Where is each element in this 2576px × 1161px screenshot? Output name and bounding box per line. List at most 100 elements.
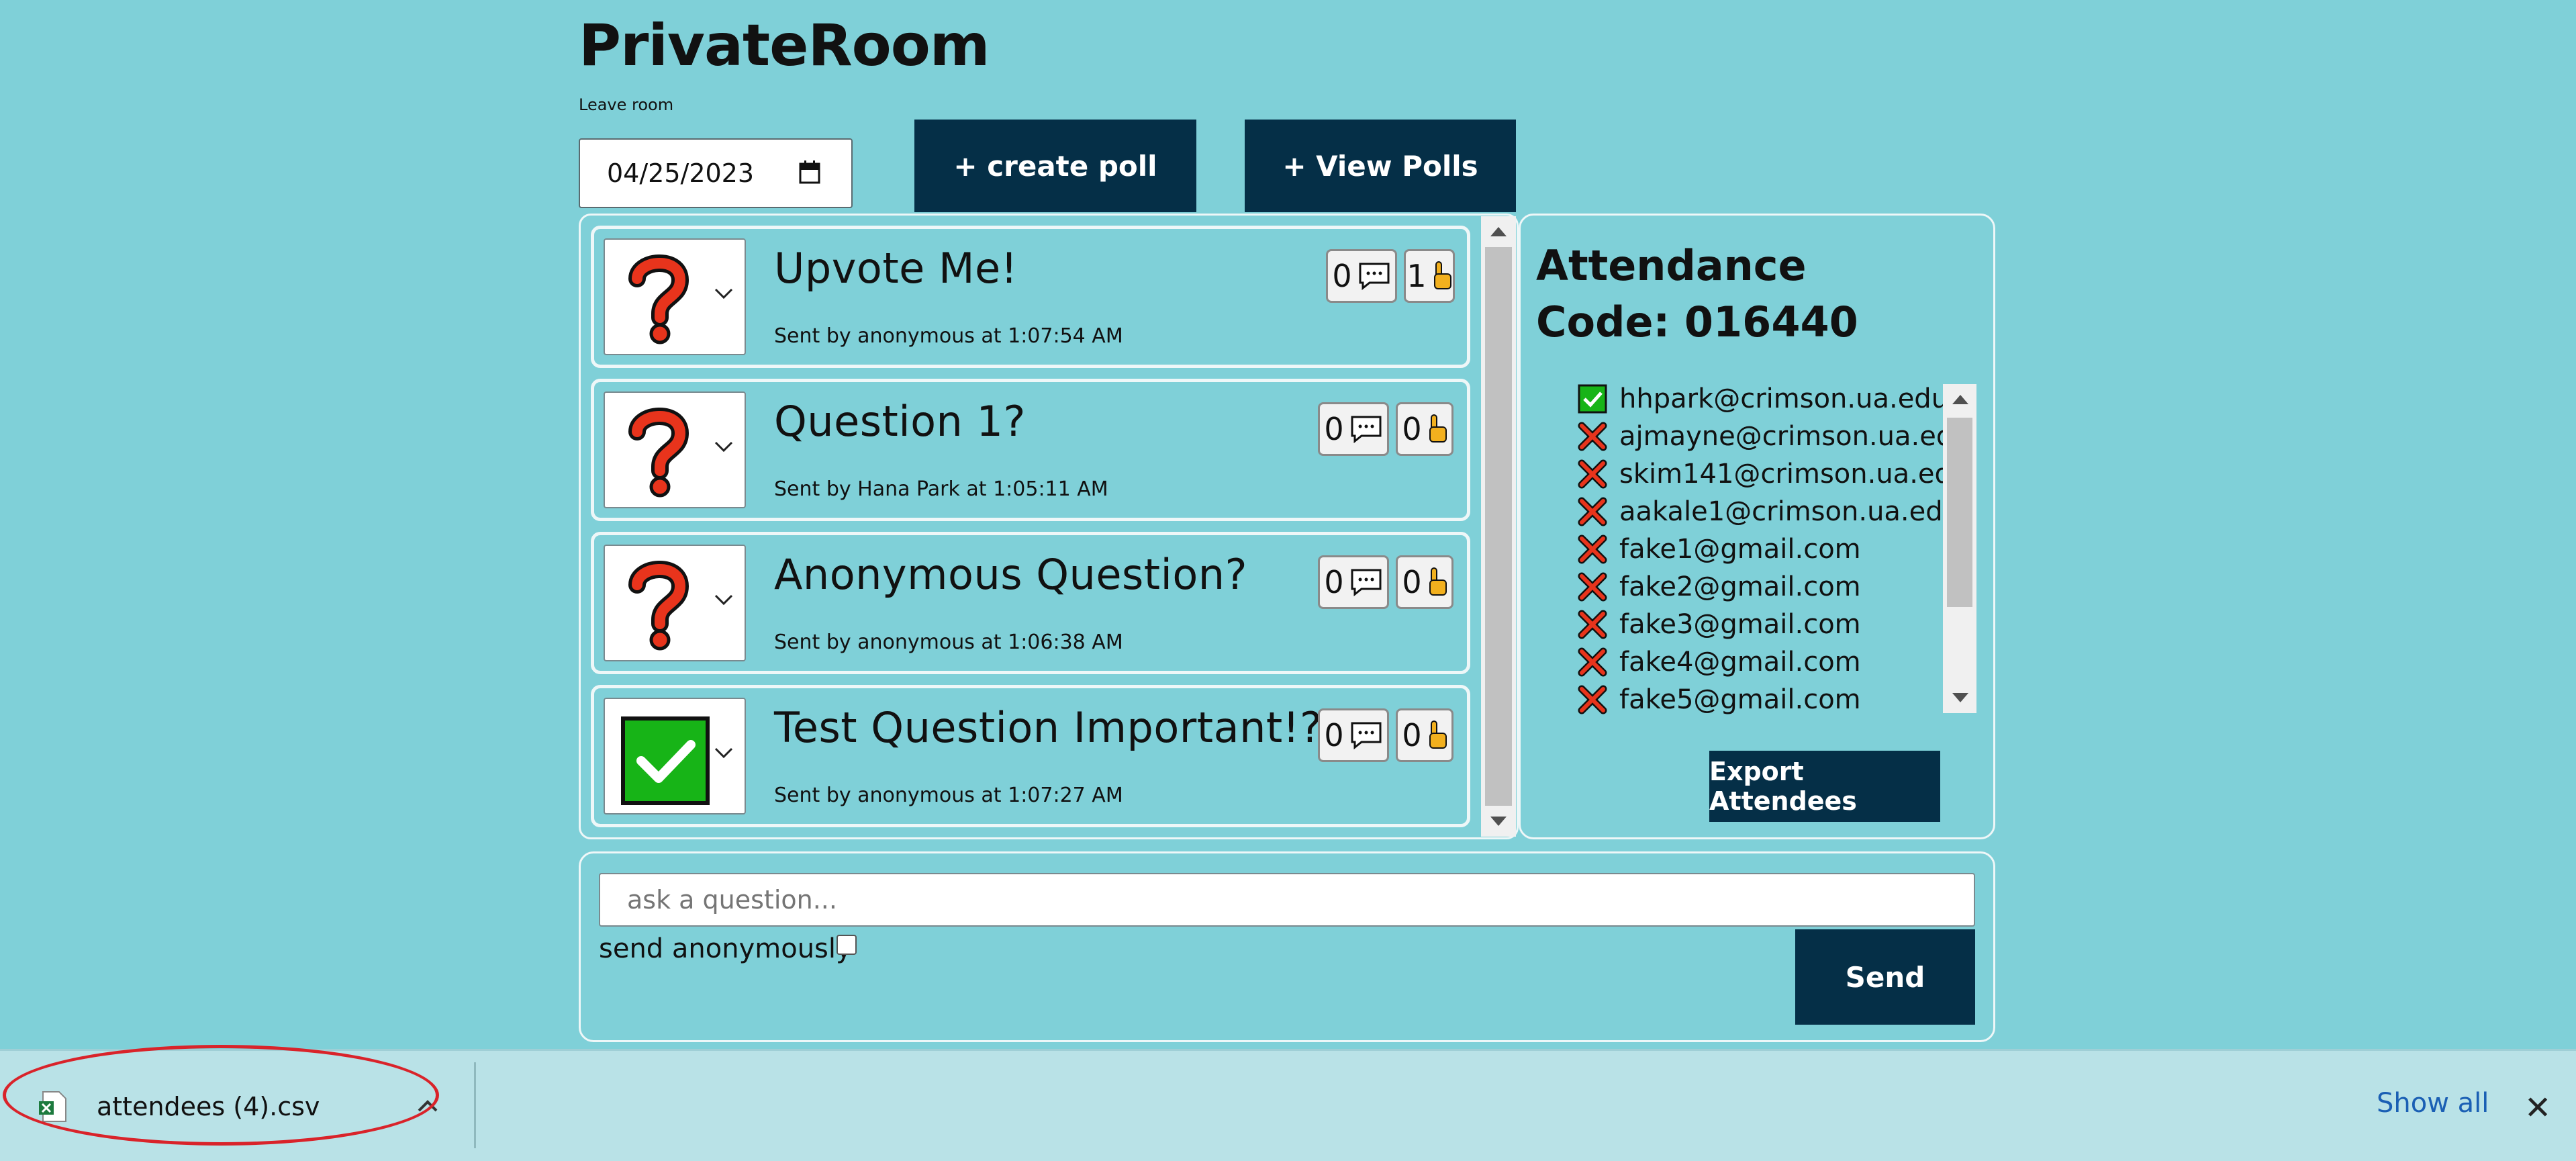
- question-input[interactable]: [599, 873, 1975, 927]
- send-button[interactable]: Send: [1795, 929, 1975, 1025]
- attendee-email: skim141@crimson.ua.edu: [1619, 459, 1969, 490]
- scrollbar-thumb[interactable]: [1947, 418, 1972, 607]
- attendance-code: Code: 016440: [1536, 297, 1858, 346]
- question-text: Test Question Important!?!: [774, 703, 1339, 752]
- question-card[interactable]: Test Question Important!?! Sent by anony…: [591, 685, 1470, 827]
- comments-button[interactable]: 0: [1318, 555, 1389, 609]
- attendee-email: fake1@gmail.com: [1619, 534, 1861, 565]
- comments-button[interactable]: 0: [1318, 708, 1389, 762]
- close-icon[interactable]: ✕: [2524, 1089, 2551, 1127]
- pointing-hand-icon: [1429, 567, 1447, 596]
- attendee-email: fake5@gmail.com: [1619, 684, 1861, 715]
- upvote-count: 0: [1402, 411, 1422, 447]
- comments-count: 0: [1324, 717, 1344, 753]
- attendee-email: ajmayne@crimson.ua.edu: [1619, 421, 1970, 452]
- list-item: aakale1@crimson.ua.edu: [1576, 493, 1960, 530]
- upvote-count: 1: [1406, 258, 1427, 294]
- list-item: fake5@gmail.com: [1576, 681, 1861, 716]
- comment-icon: [1351, 416, 1382, 444]
- question-mark-icon: [628, 408, 689, 498]
- status-dropdown[interactable]: [604, 545, 746, 661]
- attendee-email: hhpark@crimson.ua.edu: [1619, 383, 1949, 414]
- comments-count: 0: [1324, 411, 1344, 447]
- comments-count: 0: [1332, 258, 1352, 294]
- leave-room-link[interactable]: Leave room: [579, 95, 673, 114]
- comment-icon: [1351, 569, 1382, 597]
- attendee-email: fake2@gmail.com: [1619, 571, 1861, 602]
- pointing-hand-icon: [1429, 721, 1447, 749]
- scroll-down-icon[interactable]: [1490, 817, 1507, 826]
- question-text: Question 1?: [774, 397, 1026, 446]
- attendee-scrollbar[interactable]: [1943, 384, 1976, 713]
- question-meta: Sent by anonymous at 1:06:38 AM: [774, 631, 1123, 654]
- create-poll-button[interactable]: + create poll: [914, 120, 1196, 212]
- attendee-list[interactable]: hhpark@crimson.ua.edu ajmayne@crimson.ua…: [1562, 380, 1978, 716]
- questions-scrollbar[interactable]: [1481, 216, 1516, 837]
- chevron-down-icon: [714, 594, 733, 606]
- list-item: fake2@gmail.com: [1576, 568, 1861, 606]
- page-title: PrivateRoom: [579, 12, 990, 79]
- upvote-button[interactable]: 0: [1396, 708, 1453, 762]
- question-card[interactable]: Anonymous Question? Sent by anonymous at…: [591, 532, 1470, 674]
- chevron-down-icon: [714, 747, 733, 759]
- question-meta: Sent by anonymous at 1:07:27 AM: [774, 784, 1123, 807]
- send-anonymously-checkbox[interactable]: [837, 935, 857, 955]
- list-item: fake3@gmail.com: [1576, 606, 1861, 643]
- scroll-down-icon[interactable]: [1952, 693, 1968, 702]
- comment-icon: [1359, 263, 1390, 291]
- absent-x-icon: [1578, 610, 1607, 639]
- question-meta: Sent by Hana Park at 1:05:11 AM: [774, 477, 1108, 501]
- chevron-down-icon: [714, 441, 733, 453]
- list-item: fake4@gmail.com: [1576, 643, 1861, 681]
- question-card[interactable]: Question 1? Sent by Hana Park at 1:05:11…: [591, 379, 1470, 521]
- question-text: Anonymous Question?: [774, 550, 1247, 599]
- absent-x-icon: [1578, 459, 1607, 489]
- date-input[interactable]: 04/25/2023: [579, 138, 853, 208]
- absent-x-icon: [1578, 422, 1607, 451]
- divider: [474, 1062, 476, 1148]
- scrollbar-thumb[interactable]: [1485, 247, 1512, 806]
- view-polls-button[interactable]: + View Polls: [1245, 120, 1516, 212]
- upvote-count: 0: [1402, 717, 1422, 753]
- absent-x-icon: [1578, 647, 1607, 677]
- question-text: Upvote Me!: [774, 244, 1018, 293]
- calendar-icon[interactable]: [799, 160, 820, 184]
- present-check-icon: [1578, 384, 1607, 414]
- comments-button[interactable]: 0: [1326, 249, 1397, 303]
- scroll-up-icon[interactable]: [1952, 395, 1968, 404]
- absent-x-icon: [1578, 535, 1607, 564]
- status-dropdown[interactable]: [604, 391, 746, 508]
- list-item: hhpark@crimson.ua.edu: [1576, 380, 1948, 418]
- question-mark-icon: [628, 561, 689, 651]
- status-dropdown[interactable]: [604, 238, 746, 355]
- question-card[interactable]: Upvote Me! Sent by anonymous at 1:07:54 …: [591, 226, 1470, 368]
- upvote-button[interactable]: 0: [1396, 555, 1453, 609]
- list-item: skim141@crimson.ua.edu: [1576, 455, 1968, 493]
- scroll-up-icon[interactable]: [1490, 227, 1507, 236]
- comments-button[interactable]: 0: [1318, 402, 1389, 456]
- comments-count: 0: [1324, 564, 1344, 600]
- upvote-button[interactable]: 0: [1396, 402, 1453, 456]
- green-check-icon: [621, 716, 710, 805]
- pointing-hand-icon: [1433, 261, 1451, 289]
- comment-icon: [1351, 722, 1382, 750]
- list-item: ajmayne@crimson.ua.edu: [1576, 418, 1970, 455]
- highlight-circle: [3, 1045, 439, 1146]
- absent-x-icon: [1578, 572, 1607, 602]
- list-item: fake1@gmail.com: [1576, 530, 1861, 568]
- attendee-email: aakale1@crimson.ua.edu: [1619, 496, 1960, 527]
- absent-x-icon: [1578, 497, 1607, 526]
- absent-x-icon: [1578, 685, 1607, 714]
- export-attendees-button[interactable]: Export Attendees: [1709, 751, 1940, 822]
- show-all-link[interactable]: Show all: [2377, 1088, 2489, 1119]
- attendance-title: Attendance Code: 016440: [1536, 238, 1858, 351]
- pointing-hand-icon: [1429, 414, 1447, 443]
- question-mark-icon: [628, 254, 689, 344]
- upvote-button[interactable]: 1: [1404, 249, 1455, 303]
- status-dropdown[interactable]: [604, 698, 746, 815]
- attendee-email: fake3@gmail.com: [1619, 609, 1861, 640]
- chevron-down-icon: [714, 288, 733, 299]
- attendee-email: fake4@gmail.com: [1619, 647, 1861, 678]
- send-anonymously-label: send anonymously: [599, 933, 852, 964]
- question-meta: Sent by anonymous at 1:07:54 AM: [774, 324, 1123, 348]
